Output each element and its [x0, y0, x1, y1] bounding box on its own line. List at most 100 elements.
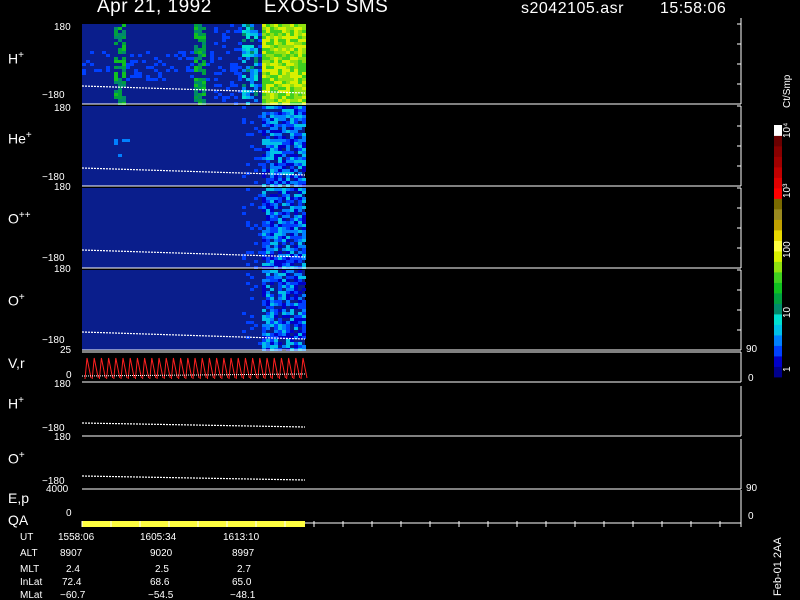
spectrogram-cell [298, 96, 302, 99]
spectrogram-cell [142, 60, 146, 63]
spectrogram-cell [238, 48, 242, 51]
spectrogram-cell [266, 248, 270, 251]
spectrogram-cell [262, 315, 266, 318]
spectrogram-cell [286, 87, 290, 90]
spectrogram-cell [294, 30, 298, 33]
spectrogram-cell [114, 42, 118, 45]
ephem-cell: 9020 [150, 548, 173, 559]
spectrogram-cell [282, 218, 286, 221]
spectrogram-cell [286, 42, 290, 45]
spectrogram-cell [202, 27, 206, 30]
spectrogram-cell [274, 188, 278, 191]
spectrogram-cell [226, 51, 230, 54]
spectrogram-cell [282, 33, 286, 36]
spectrogram-cell [290, 154, 294, 157]
spectrogram-cell [250, 251, 254, 254]
spectrogram-cell [278, 57, 282, 60]
spectrogram-cell [114, 78, 118, 81]
spectrogram-cell [270, 321, 274, 324]
spectrogram-cell [270, 169, 274, 172]
spectrogram-cell [286, 148, 290, 151]
spectrogram-cell [290, 75, 294, 78]
spectrogram-cell [298, 218, 302, 221]
spectrogram-cell [250, 78, 254, 81]
spectrogram-cell [302, 27, 306, 30]
spectrogram-cell [290, 48, 294, 51]
spectrogram-cell [238, 42, 242, 45]
spectrogram-cell [294, 297, 298, 300]
spectrogram-cell [266, 121, 270, 124]
spectrogram-cell [278, 330, 282, 333]
spectrogram-cell [282, 315, 286, 318]
spectrogram-cell [250, 203, 254, 206]
spectrogram-cell [286, 330, 290, 333]
spectrogram-cell [274, 257, 278, 260]
spectrogram-cell [134, 69, 138, 72]
spectrogram-cell [226, 36, 230, 39]
spectrogram-cell [282, 312, 286, 315]
spectrogram-cell [298, 251, 302, 254]
spectrogram-cell [294, 248, 298, 251]
spectrogram-cell [294, 60, 298, 63]
colorbar-tick: 1 [782, 366, 793, 372]
spectrogram-cell [298, 318, 302, 321]
spectrogram-cell [218, 93, 222, 96]
spectrogram-cell [290, 163, 294, 166]
panel-label-he-plus: He+ [8, 130, 32, 147]
spectrogram-cell [154, 78, 158, 81]
spectrogram-cell [270, 130, 274, 133]
spectrogram-cell [298, 39, 302, 42]
spectrogram-cell [298, 236, 302, 239]
spectrogram-cell [126, 63, 130, 66]
spectrogram-cell [86, 60, 90, 63]
spectrogram-cell [270, 99, 274, 102]
spectrogram-cell [262, 39, 266, 42]
spectrogram-cell [254, 169, 258, 172]
spectrogram-cell [282, 45, 286, 48]
spectrogram-cell [282, 297, 286, 300]
spectrogram-cell [246, 48, 250, 51]
spectrogram-cell [274, 157, 278, 160]
spectrogram-cell [286, 209, 290, 212]
spectrogram-cell [274, 248, 278, 251]
sms-plot: Apr 21, 1992 EXOS-D SMS s2042105.asr 15:… [0, 0, 800, 600]
spectrogram-cell [258, 157, 262, 160]
spectrogram-cell [282, 221, 286, 224]
spectrogram-cell [290, 230, 294, 233]
spectrogram-cell [234, 63, 238, 66]
spectrogram-cell [234, 72, 238, 75]
spectrogram-cell [198, 81, 202, 84]
spectrogram-cell [302, 33, 306, 36]
spectrogram-cell [274, 30, 278, 33]
spectrogram-cell [294, 124, 298, 127]
spectrogram-cell [270, 324, 274, 327]
spectrogram-cell [270, 212, 274, 215]
spectrogram-cell [266, 75, 270, 78]
spectrogram-cell [270, 115, 274, 118]
spectrogram-cell [270, 69, 274, 72]
spectrogram-cell [278, 239, 282, 242]
spectrogram-cell [270, 276, 274, 279]
spectrogram-cell [262, 78, 266, 81]
spectrogram-cell [294, 303, 298, 306]
spectrogram-cell [274, 197, 278, 200]
tick-label: 180 [54, 379, 71, 390]
spectrogram-cell [294, 112, 298, 115]
spectrogram-cell [274, 112, 278, 115]
spectrogram-cell [290, 251, 294, 254]
spectrogram-cell [266, 54, 270, 57]
spectrogram-cell [294, 197, 298, 200]
spectrogram-cell [246, 188, 250, 191]
spectrogram-cell [246, 96, 250, 99]
spectrogram-cell [238, 72, 242, 75]
spectrogram-cell [294, 136, 298, 139]
spectrogram-cell [146, 51, 150, 54]
spectrogram-cell [214, 42, 218, 45]
spectrogram-cell [278, 282, 282, 285]
spectrogram-cell [278, 251, 282, 254]
spectrogram-cell [246, 224, 250, 227]
spectrogram-cell [286, 99, 290, 102]
spectrogram-cell [282, 209, 286, 212]
spectrogram-cell [294, 81, 298, 84]
colorbar-tick: 10 [782, 306, 793, 318]
